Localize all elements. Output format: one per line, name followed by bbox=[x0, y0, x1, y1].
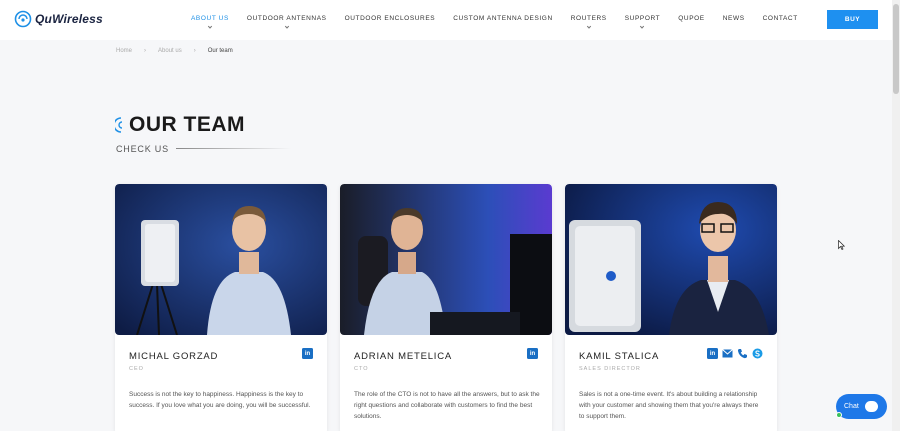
nav-contact[interactable]: CONTACT bbox=[758, 15, 803, 22]
nav-news[interactable]: NEWS bbox=[718, 15, 750, 22]
team-photo bbox=[565, 184, 777, 335]
main-nav: ABOUT US OUTDOOR ANTENNAS OUTDOOR ENCLOS… bbox=[186, 15, 803, 29]
breadcrumb: Home › About us › Our team bbox=[116, 48, 233, 54]
member-bio: Sales is not a one-time event. It's abou… bbox=[579, 391, 759, 420]
site-header: QuWireless ABOUT US OUTDOOR ANTENNAS OUT… bbox=[0, 0, 900, 40]
chat-label: Chat bbox=[844, 403, 859, 410]
breadcrumb-home[interactable]: Home bbox=[116, 48, 132, 54]
member-name: ADRIAN METELICA bbox=[354, 351, 453, 362]
nav-routers[interactable]: ROUTERS bbox=[566, 15, 612, 29]
chevron-down-icon bbox=[640, 24, 645, 29]
nav-label: QUPOE bbox=[678, 15, 705, 22]
team-photo bbox=[340, 184, 552, 335]
chevron-down-icon bbox=[284, 24, 289, 29]
logo-text: QuWireless bbox=[35, 12, 103, 26]
breadcrumb-separator: › bbox=[193, 48, 196, 54]
mail-icon[interactable] bbox=[722, 348, 733, 359]
nav-label: ROUTERS bbox=[570, 15, 607, 22]
section-subtitle: CHECK US bbox=[116, 144, 169, 154]
team-card-kamil: KAMIL STALICA SALES DIRECTOR in Sales is… bbox=[565, 184, 777, 431]
member-role: CEO bbox=[129, 366, 144, 372]
chevron-down-icon bbox=[586, 24, 591, 29]
section-heading: OUR TEAM bbox=[115, 113, 245, 137]
social-links: in bbox=[302, 348, 313, 359]
nav-label: OUTDOOR ANTENNAS bbox=[246, 15, 327, 22]
linkedin-icon[interactable]: in bbox=[527, 348, 538, 359]
nav-label: ABOUT US bbox=[191, 15, 229, 22]
phone-icon[interactable] bbox=[737, 348, 748, 359]
logo-icon bbox=[14, 10, 32, 28]
member-bio: The role of the CTO is not to have all t… bbox=[354, 391, 540, 420]
team-card-michal: MICHAL GORZAD CEO in Success is not the … bbox=[115, 184, 327, 431]
nav-label: CUSTOM ANTENNA DESIGN bbox=[453, 15, 553, 22]
team-photo bbox=[115, 184, 327, 335]
nav-label: CONTACT bbox=[762, 15, 798, 22]
member-bio: Success is not the key to happiness. Hap… bbox=[129, 391, 311, 409]
linkedin-icon[interactable]: in bbox=[707, 348, 718, 359]
nav-label: OUTDOOR ENCLOSURES bbox=[344, 15, 436, 22]
nav-outdoor-antennas[interactable]: OUTDOOR ANTENNAS bbox=[242, 15, 332, 29]
breadcrumb-current: Our team bbox=[207, 48, 233, 54]
page-scrollbar[interactable] bbox=[892, 0, 900, 431]
member-role: SALES DIRECTOR bbox=[579, 366, 641, 372]
nav-qupoe[interactable]: QUPOE bbox=[673, 15, 709, 22]
team-card-adrian: ADRIAN METELICA CTO in The role of the C… bbox=[340, 184, 552, 431]
breadcrumb-about[interactable]: About us bbox=[158, 48, 182, 54]
member-name: MICHAL GORZAD bbox=[129, 351, 219, 362]
nav-support[interactable]: SUPPORT bbox=[620, 15, 666, 29]
mouse-cursor-icon bbox=[838, 240, 845, 250]
chat-button[interactable]: Chat bbox=[836, 394, 887, 419]
page-title: OUR TEAM bbox=[129, 113, 245, 136]
logo[interactable]: QuWireless bbox=[14, 10, 103, 28]
online-status-dot bbox=[836, 412, 842, 418]
nav-label: NEWS bbox=[722, 15, 745, 22]
nav-about-us[interactable]: ABOUT US bbox=[186, 15, 234, 29]
subtitle-divider bbox=[176, 148, 291, 149]
breadcrumb-separator: › bbox=[144, 48, 147, 54]
skype-icon[interactable] bbox=[752, 348, 763, 359]
member-role: CTO bbox=[354, 366, 369, 372]
scrollbar-thumb[interactable] bbox=[893, 4, 899, 94]
buy-button[interactable]: BUY bbox=[827, 10, 878, 29]
nav-custom-antenna-design[interactable]: CUSTOM ANTENNA DESIGN bbox=[448, 15, 558, 22]
chevron-down-icon bbox=[207, 24, 213, 29]
signal-icon bbox=[115, 117, 123, 133]
linkedin-icon[interactable]: in bbox=[302, 348, 313, 359]
nav-label: SUPPORT bbox=[624, 15, 661, 22]
chat-bubble-icon bbox=[864, 401, 878, 412]
nav-outdoor-enclosures[interactable]: OUTDOOR ENCLOSURES bbox=[340, 15, 441, 22]
social-links: in bbox=[707, 348, 763, 359]
member-name: KAMIL STALICA bbox=[579, 351, 660, 362]
social-links: in bbox=[527, 348, 538, 359]
